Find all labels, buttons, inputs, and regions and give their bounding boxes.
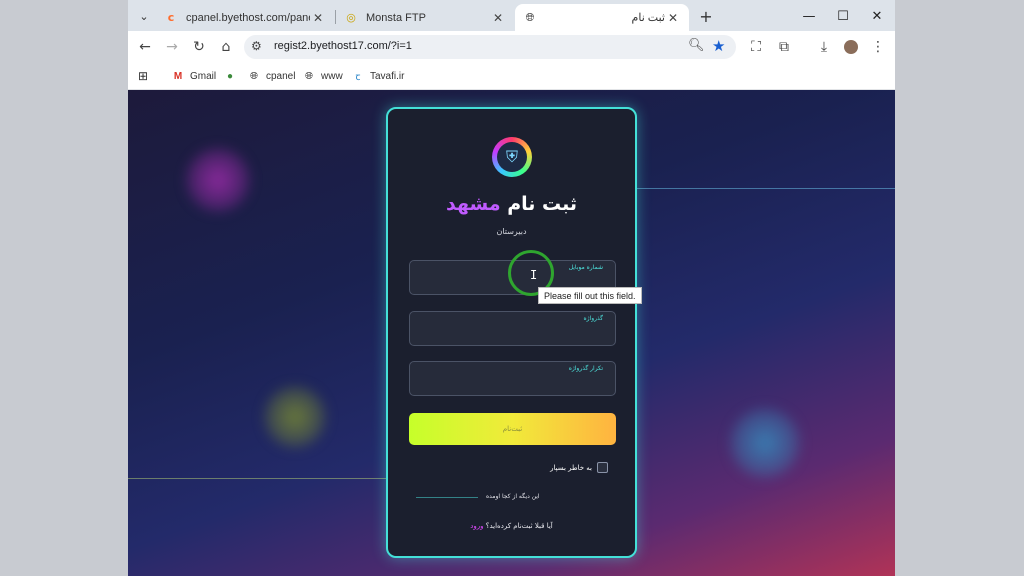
tab-register[interactable]: 🌐︎ ثبت نام ✕ — [515, 4, 689, 31]
login-link[interactable]: ورود — [470, 522, 483, 530]
cpanel-icon: c — [167, 11, 175, 24]
password-confirm-input[interactable] — [410, 362, 615, 395]
close-icon[interactable]: ✕ — [490, 11, 506, 25]
site-info-icon[interactable]: ⚙ — [251, 39, 262, 53]
bookmarks-bar: ⊞ M Gmail ● 🌐︎ cpanel 🌐︎ www ꞇ Tavafi.ir — [128, 63, 895, 90]
globe-icon: 🌐︎ — [305, 70, 313, 82]
toolbar: ← → ↻ ⌂ ⚙ regist2.byethost17.com/?i=1 🔍︎… — [128, 31, 895, 63]
tab-title: cpanel.byethost.com/panel/ind — [186, 11, 310, 24]
login-question: آیا قبلا ثبت‌نام کرده‌اید؟ — [485, 522, 553, 530]
tab-title: ثبت نام — [631, 12, 665, 24]
bookmark-star-icon[interactable]: ★ — [712, 37, 725, 55]
tab-search-button[interactable]: ⌄ — [134, 6, 154, 26]
shield-user-icon: ⛨ — [492, 137, 532, 177]
new-tab-button[interactable]: + — [696, 6, 716, 26]
screenshot-icon[interactable]: ⛶ — [745, 36, 767, 58]
browser-window: ⌄ c cpanel.byethost.com/panel/ind ✕ ◎ Mo… — [128, 0, 895, 576]
password-input[interactable] — [410, 312, 615, 345]
close-icon[interactable]: ✕ — [310, 11, 326, 25]
address-bar[interactable]: ⚙ regist2.byethost17.com/?i=1 🔍︎ ★ — [244, 35, 736, 59]
login-prompt: آیا قبلا ثبت‌نام کرده‌اید؟ ورود — [388, 522, 635, 530]
back-icon[interactable]: ← — [134, 36, 156, 58]
background-glow — [186, 148, 250, 212]
turtle-icon: ● — [226, 70, 234, 82]
decorative-line — [128, 478, 386, 479]
password-confirm-field[interactable]: تکرار گذرواژه — [409, 361, 616, 396]
bookmark-label: Gmail — [190, 70, 217, 82]
bookmark-tavafi[interactable]: ꞇ Tavafi.ir — [352, 68, 405, 84]
bookmark-gmail[interactable]: M Gmail — [172, 68, 216, 84]
home-icon[interactable]: ⌂ — [215, 36, 237, 58]
page-subtitle: دبیرستان — [496, 227, 527, 236]
validation-tooltip: Please fill out this field. — [538, 287, 642, 304]
apps-icon[interactable]: ⊞ — [137, 68, 155, 84]
globe-icon: 🌐︎ — [250, 70, 258, 82]
tab-cpanel[interactable]: c cpanel.byethost.com/panel/ind ✕ — [156, 4, 334, 31]
text-cursor-icon: I — [530, 268, 538, 282]
title-main: ثبت نام — [507, 193, 578, 215]
bookmark-label: Tavafi.ir — [370, 70, 405, 82]
background-glow — [264, 386, 326, 448]
password-field[interactable]: گذرواژه — [409, 311, 616, 346]
menu-icon[interactable]: ⋮ — [867, 36, 889, 58]
remember-label: به خاطر بسپار — [550, 463, 592, 472]
close-window-icon[interactable]: ✕ — [865, 6, 889, 26]
page-viewport: ⛨ ثبت نام مشهد دبیرستان شماره موبایل گذر… — [128, 90, 895, 576]
monsta-icon: ◎ — [346, 11, 356, 24]
tab-monsta-ftp[interactable]: ◎ Monsta FTP ✕ — [336, 4, 514, 31]
bookmark-cpanel[interactable]: 🌐︎ cpanel — [248, 68, 295, 84]
extensions-icon[interactable]: ⧉ — [773, 36, 795, 58]
title-accent: مشهد — [445, 193, 501, 215]
remember-checkbox[interactable] — [597, 462, 608, 473]
divider — [416, 497, 478, 498]
submit-button[interactable]: ثبت‌نام — [409, 413, 616, 445]
close-icon[interactable]: ✕ — [665, 11, 681, 25]
tab-title: Monsta FTP — [366, 11, 426, 24]
url-text[interactable]: regist2.byethost17.com/?i=1 — [274, 40, 412, 52]
bookmark-label: cpanel — [266, 70, 296, 82]
register-card: ⛨ ثبت نام مشهد دبیرستان شماره موبایل گذر… — [386, 107, 637, 558]
bookmark-turtle[interactable]: ● — [224, 68, 242, 84]
tab-strip: ⌄ c cpanel.byethost.com/panel/ind ✕ ◎ Mo… — [128, 0, 895, 31]
bookmark-www[interactable]: 🌐︎ www — [303, 68, 343, 84]
background-glow — [730, 408, 800, 478]
reload-icon[interactable]: ↻ — [188, 36, 210, 58]
maximize-icon[interactable]: ☐ — [831, 6, 855, 26]
avatar[interactable] — [840, 36, 862, 58]
tavafi-icon: ꞇ — [355, 72, 361, 83]
minimize-icon[interactable]: — — [797, 6, 821, 26]
globe-icon: 🌐︎ — [525, 10, 535, 24]
download-icon[interactable]: ⤓ — [813, 36, 835, 58]
bookmark-label: www — [321, 70, 343, 82]
gmail-icon: M — [173, 70, 183, 82]
forward-icon[interactable]: → — [161, 36, 183, 58]
divider-text: این دیگه از کجا اومده — [486, 493, 540, 500]
remember-me[interactable]: به خاطر بسپار — [550, 462, 608, 473]
page-title: ثبت نام مشهد — [388, 193, 635, 215]
decorative-line — [636, 188, 895, 189]
zoom-icon[interactable]: 🔍︎ — [688, 38, 705, 53]
